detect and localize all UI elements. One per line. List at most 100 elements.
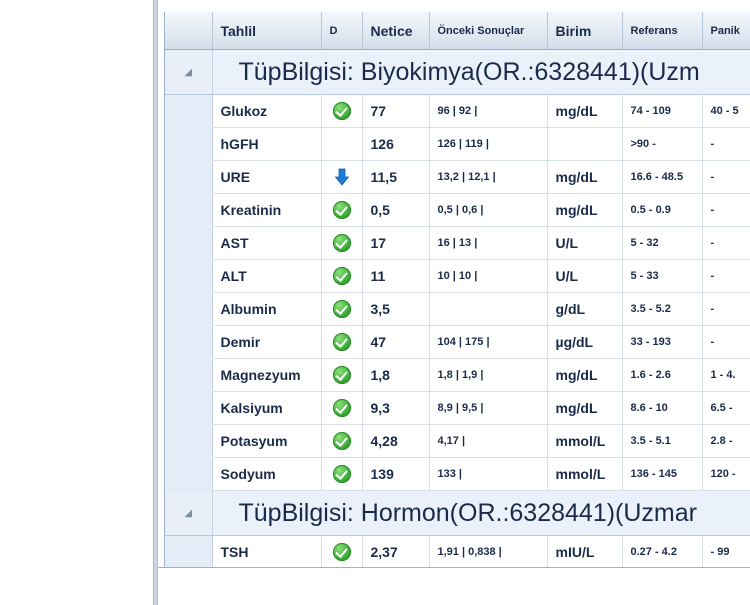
- cell-status: [321, 160, 363, 194]
- table-row[interactable]: AST 17 16 | 13 | U/L 5 - 32-: [165, 226, 750, 260]
- row-indent: [165, 358, 213, 392]
- cell-birim: U/L: [547, 226, 623, 260]
- cell-referans: 74 - 109: [622, 94, 703, 128]
- column-header-d[interactable]: D: [321, 12, 363, 50]
- grid-top-strip: [158, 0, 750, 12]
- cell-status: [321, 193, 363, 227]
- cell-referans: >90 -: [622, 127, 703, 161]
- header-row: Tahlil D Netice Önceki Sonuçlar Birim Re…: [165, 12, 750, 50]
- collapse-triangle-icon[interactable]: ◢: [165, 49, 213, 95]
- cell-netice: 47: [362, 325, 430, 359]
- cell-birim: g/dL: [547, 292, 623, 326]
- table-row[interactable]: Demir 47 104 | 175 | µg/dL 33 - 193-: [165, 325, 750, 359]
- table-row[interactable]: ALT 11 10 | 10 | U/L 5 - 33-: [165, 259, 750, 293]
- cell-birim: mg/dL: [547, 94, 623, 128]
- cell-onceki: 104 | 175 |: [429, 325, 548, 359]
- cell-netice: 9,3: [362, 391, 430, 425]
- table-row[interactable]: Glukoz 77 96 | 92 | mg/dL 74 - 109 40 - 5: [165, 94, 750, 128]
- cell-birim: mg/dL: [547, 358, 623, 392]
- column-header-birim[interactable]: Birim: [547, 12, 623, 50]
- group-row[interactable]: ◢ TüpBilgisi: Biyokimya(OR.:6328441)(Uzm: [165, 49, 750, 95]
- cell-netice: 77: [362, 94, 430, 128]
- grid-bottom-border: [158, 567, 750, 568]
- cell-referans: 5 - 33: [622, 259, 703, 293]
- table-row[interactable]: Kreatinin 0,5 0,5 | 0,6 | mg/dL 0.5 - 0.9-: [165, 193, 750, 227]
- row-indent: [165, 325, 213, 359]
- arrow-down-icon: [334, 168, 349, 186]
- group-title: TüpBilgisi: Biyokimya(OR.:6328441)(Uzm: [211, 49, 750, 95]
- row-indent: [165, 94, 213, 128]
- check-circle-icon: [332, 266, 351, 285]
- results-grid: Tahlil D Netice Önceki Sonuçlar Birim Re…: [164, 12, 750, 567]
- check-circle-icon: [332, 299, 351, 318]
- cell-referans: 33 - 193: [622, 325, 703, 359]
- row-indent: [165, 535, 213, 567]
- cell-referans: 16.6 - 48.5: [622, 160, 703, 194]
- cell-birim: [547, 127, 623, 161]
- cell-netice: 126: [362, 127, 430, 161]
- cell-panik: -: [702, 259, 750, 293]
- table-row[interactable]: Sodyum 139 133 | mmol/L 136 - 145 120 -: [165, 457, 750, 491]
- column-header-panik[interactable]: Panik: [702, 12, 750, 50]
- check-circle-icon: [332, 332, 351, 351]
- table-row[interactable]: TSH 2,37 1,91 | 0,838 | mIU/L 0.27 - 4.2- 99: [165, 535, 750, 567]
- row-indent: [165, 424, 213, 458]
- check-circle-icon: [332, 101, 351, 120]
- cell-birim: mg/dL: [547, 193, 623, 227]
- cell-panik: -: [702, 325, 750, 359]
- cell-onceki: [429, 292, 548, 326]
- cell-tahlil: Glukoz: [212, 94, 322, 128]
- left-panel: [0, 0, 153, 605]
- cell-tahlil: ALT: [212, 259, 322, 293]
- cell-status: [321, 226, 363, 260]
- cell-referans: 0.5 - 0.9: [622, 193, 703, 227]
- column-header-netice[interactable]: Netice: [362, 12, 430, 50]
- cell-netice: 139: [362, 457, 430, 491]
- cell-onceki: 13,2 | 12,1 |: [429, 160, 548, 194]
- cell-tahlil: URE: [212, 160, 322, 194]
- cell-birim: mg/dL: [547, 160, 623, 194]
- cell-onceki: 0,5 | 0,6 |: [429, 193, 548, 227]
- cell-referans: 3.5 - 5.1: [622, 424, 703, 458]
- column-header-onceki[interactable]: Önceki Sonuçlar: [429, 12, 548, 50]
- row-indent: [165, 127, 213, 161]
- table-row[interactable]: Potasyum 4,28 4,17 | mmol/L 3.5 - 5.1 2.8 -: [165, 424, 750, 458]
- cell-onceki: 96 | 92 |: [429, 94, 548, 128]
- column-header-tahlil[interactable]: Tahlil: [212, 12, 322, 50]
- cell-panik: -: [702, 193, 750, 227]
- cell-netice: 4,28: [362, 424, 430, 458]
- cell-referans: 0.27 - 4.2: [622, 535, 703, 567]
- table-row[interactable]: URE 11,5 13,2 | 12,1 | mg/dL 16.6 - 48.5-: [165, 160, 750, 194]
- column-header-referans[interactable]: Referans: [622, 12, 703, 50]
- row-indent: [165, 193, 213, 227]
- cell-onceki: 10 | 10 |: [429, 259, 548, 293]
- cell-netice: 2,37: [362, 535, 430, 567]
- cell-netice: 3,5: [362, 292, 430, 326]
- check-circle-icon: [332, 431, 351, 450]
- cell-netice: 1,8: [362, 358, 430, 392]
- cell-tahlil: TSH: [212, 535, 322, 567]
- cell-panik: 6.5 -: [702, 391, 750, 425]
- cell-tahlil: AST: [212, 226, 322, 260]
- cell-panik: 40 - 5: [702, 94, 750, 128]
- cell-referans: 5 - 32: [622, 226, 703, 260]
- cell-onceki: 4,17 |: [429, 424, 548, 458]
- cell-status: [321, 358, 363, 392]
- row-indent: [165, 259, 213, 293]
- group-row[interactable]: ◢ TüpBilgisi: Hormon(OR.:6328441)(Uzmar: [165, 490, 750, 536]
- cell-panik: -: [702, 292, 750, 326]
- row-indent: [165, 292, 213, 326]
- cell-tahlil: Magnezyum: [212, 358, 322, 392]
- table-row[interactable]: Kalsiyum 9,3 8,9 | 9,5 | mg/dL 8.6 - 10 6.5 -: [165, 391, 750, 425]
- cell-referans: 136 - 145: [622, 457, 703, 491]
- cell-onceki: 8,9 | 9,5 |: [429, 391, 548, 425]
- table-row[interactable]: Albumin 3,5 g/dL 3.5 - 5.2-: [165, 292, 750, 326]
- table-row[interactable]: hGFH 126 126 | 119 | >90 --: [165, 127, 750, 161]
- cell-tahlil: hGFH: [212, 127, 322, 161]
- cell-status: [321, 259, 363, 293]
- cell-panik: -: [702, 226, 750, 260]
- results-table: Tahlil D Netice Önceki Sonuçlar Birim Re…: [165, 12, 750, 567]
- collapse-triangle-icon[interactable]: ◢: [165, 490, 213, 536]
- check-circle-icon: [332, 365, 351, 384]
- table-row[interactable]: Magnezyum 1,8 1,8 | 1,9 | mg/dL 1.6 - 2.6 1 -…: [165, 358, 750, 392]
